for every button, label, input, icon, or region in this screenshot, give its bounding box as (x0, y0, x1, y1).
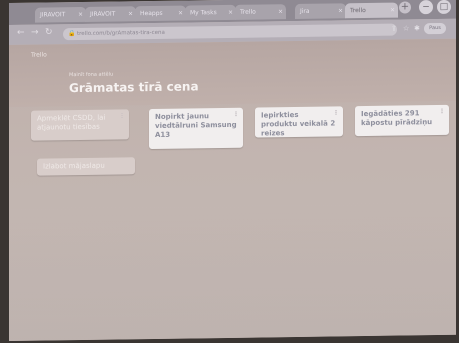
card[interactable]: Iepirkties produktu veikalā 2 reizes ⋮ (255, 106, 343, 138)
app-logo-text[interactable]: Trello (31, 51, 47, 58)
board-title[interactable]: Grāmatas tīrā cena (69, 79, 199, 95)
card-text: Iepirkties produktu veikalā 2 reizes (261, 110, 336, 138)
tab-label: Heapps (140, 9, 163, 18)
tab-label: JIRAVOIT (40, 11, 66, 19)
close-icon[interactable]: × (278, 4, 283, 19)
card[interactable]: Nopirkt jaunu viedtālruni Samsung A13 ⋮ (149, 107, 243, 150)
card[interactable]: Iegādāties 291 kāpostu pīrādziņu ⋮ (355, 104, 449, 137)
extensions-icon[interactable]: ✱ (414, 24, 420, 32)
trello-board: Trello Mainīt fona attēlu Grāmatas tīrā … (9, 38, 456, 341)
card-text: Apmeklēt CSDD, lai atjaunotu tiesības (37, 113, 106, 132)
reload-icon[interactable]: ↻ (45, 27, 53, 37)
browser-tab[interactable]: JIRAVOIT × (85, 6, 136, 22)
minimize-icon[interactable]: − (419, 0, 433, 15)
browser-window: JIRAVOIT × JIRAVOIT × Heapps × My Tasks × Tr… (9, 0, 456, 341)
bookmark-star-icon[interactable]: ☆ (403, 24, 409, 32)
close-icon[interactable]: × (178, 6, 183, 21)
close-icon[interactable]: × (338, 3, 343, 18)
card-text: Iegādāties 291 kāpostu pīrādziņu (361, 109, 433, 128)
browser-tab[interactable]: My Tasks × (185, 4, 236, 21)
more-icon[interactable]: ⋮ (333, 108, 339, 117)
close-icon[interactable]: × (128, 6, 133, 21)
forward-icon[interactable]: → (31, 28, 39, 38)
board-background (9, 198, 456, 341)
tab-label: My Tasks (190, 9, 217, 17)
more-icon[interactable]: ⋮ (233, 110, 239, 119)
card-text: Nopirkt jaunu viedtālruni Samsung A13 (155, 112, 237, 139)
card-text: Izlabot mājaslapu (43, 161, 105, 171)
maximize-icon[interactable]: □ (437, 0, 451, 15)
back-icon[interactable]: ← (17, 28, 25, 38)
new-tab-button[interactable]: + (399, 1, 411, 14)
browser-tab-active[interactable]: Trello × (345, 2, 398, 19)
card[interactable]: Izlabot mājaslapu (37, 157, 135, 176)
close-icon[interactable]: × (390, 3, 395, 18)
change-background-link[interactable]: Mainīt fona attēlu (69, 72, 113, 79)
profile-button[interactable]: Paus (424, 22, 446, 35)
browser-tab[interactable]: Trello × (235, 4, 286, 20)
address-bar[interactable]: 🔒 trello.com/b/grAmatas-tira-cena (63, 23, 397, 41)
url-text: trello.com/b/grAmatas-tira-cena (77, 29, 165, 38)
browser-tab[interactable]: JIRAVOIT × (35, 6, 86, 23)
tab-label: Trello (240, 8, 256, 16)
tab-label: Jira (300, 7, 310, 15)
more-icon[interactable]: ⋮ (119, 111, 125, 120)
tab-label: Trello (350, 7, 366, 15)
card[interactable]: Apmeklēt CSDD, lai atjaunotu tiesības ⋮ (31, 109, 129, 141)
lock-icon: 🔒 (68, 30, 76, 38)
more-icon[interactable]: ⋮ (439, 107, 445, 116)
close-icon[interactable]: × (78, 7, 83, 22)
share-icon[interactable]: ⇪ (391, 25, 397, 33)
tab-label: JIRAVOIT (90, 10, 116, 18)
browser-tab[interactable]: Jira × (295, 3, 346, 20)
close-icon[interactable]: × (228, 5, 233, 20)
browser-tab[interactable]: Heapps × (135, 5, 186, 22)
board-header: Trello Mainīt fona attēlu Grāmatas tīrā … (9, 38, 456, 107)
